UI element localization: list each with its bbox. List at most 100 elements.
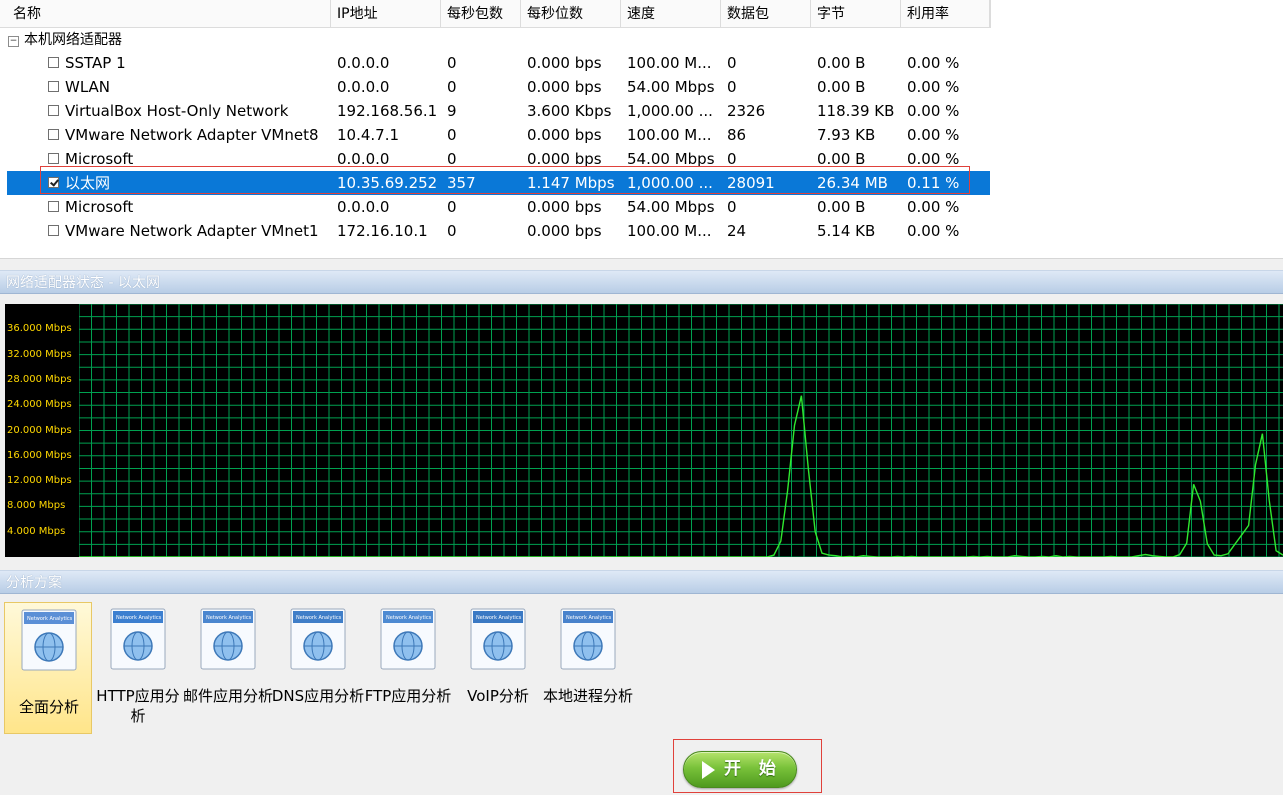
column-header-ip[interactable]: IP地址 [331, 0, 441, 27]
adapter-list-panel: 名称 IP地址 每秒包数 每秒位数 速度 数据包 字节 利用率 − 本机网络适配器… [0, 0, 1283, 259]
svg-text:Network Analytics: Network Analytics [27, 616, 73, 622]
y-tick-label: 20.000 Mbps [7, 424, 72, 436]
column-header-packets[interactable]: 数据包 [721, 0, 811, 27]
ip-address: 0.0.0.0 [337, 78, 390, 96]
traffic-graph: 36.000 Mbps 32.000 Mbps 28.000 Mbps 24.000 … [5, 304, 1283, 557]
link-speed: 1,000.00 ... [627, 174, 713, 192]
packet-count: 0 [727, 78, 737, 96]
utilization: 0.00 % [907, 126, 960, 144]
packet-count: 28091 [727, 174, 775, 192]
byte-count: 7.93 KB [817, 126, 876, 144]
adapter-row[interactable]: VMware Network Adapter VMnet1 172.16.10.1… [7, 219, 990, 243]
link-speed: 54.00 Mbps [627, 78, 715, 96]
adapter-name: VirtualBox Host-Only Network [65, 102, 289, 120]
analysis-tool-3[interactable]: Network Analytics 邮件应用分析 [183, 602, 273, 734]
adapter-name: Microsoft [65, 150, 134, 168]
graph-grid [79, 304, 1283, 557]
start-button[interactable]: 开 始 [683, 751, 797, 788]
adapter-row[interactable]: WLAN 0.0.0.0 0 0.000 bps 54.00 Mbps 0 0.00 B 0.… [7, 75, 990, 99]
link-speed: 100.00 M... [627, 126, 712, 144]
packets-per-second: 9 [447, 102, 457, 120]
byte-count: 0.00 B [817, 54, 866, 72]
adapter-name: SSTAP 1 [65, 54, 126, 72]
adapter-checkbox[interactable] [48, 201, 59, 212]
adapter-checkbox[interactable] [48, 225, 59, 236]
y-tick-label: 28.000 Mbps [7, 373, 72, 385]
analysis-tool-2[interactable]: Network Analytics HTTP应用分析 [94, 602, 182, 734]
ie-globe-icon: Network Analytics [110, 608, 166, 670]
column-header-utilization[interactable]: 利用率 [901, 0, 990, 27]
adapter-row[interactable]: VMware Network Adapter VMnet8 10.4.7.1 0 0.… [7, 123, 990, 147]
analysis-tool-label: 全面分析 [18, 698, 79, 716]
adapter-group-node[interactable]: − 本机网络适配器 [8, 30, 122, 50]
packet-count: 24 [727, 222, 747, 240]
column-header-name[interactable]: 名称 [7, 0, 331, 27]
adapter-row[interactable]: 以太网 10.35.69.252 357 1.147 Mbps 1,000.00 ...… [7, 171, 990, 195]
adapter-checkbox[interactable] [48, 57, 59, 68]
adapter-row[interactable]: VirtualBox Host-Only Network 192.168.56.1… [7, 99, 990, 123]
bits-per-second: 0.000 bps [527, 150, 602, 168]
packets-per-second: 0 [447, 222, 457, 240]
packets-per-second: 0 [447, 54, 457, 72]
bits-per-second: 0.000 bps [527, 78, 602, 96]
bits-per-second: 1.147 Mbps [527, 174, 615, 192]
ip-address: 0.0.0.0 [337, 198, 390, 216]
ip-address: 10.4.7.1 [337, 126, 400, 144]
adapter-name: Microsoft [65, 198, 134, 216]
utilization: 0.00 % [907, 54, 960, 72]
byte-count: 0.00 B [817, 198, 866, 216]
packets-per-second: 0 [447, 78, 457, 96]
column-header-bytes[interactable]: 字节 [811, 0, 901, 27]
collapse-icon[interactable]: − [8, 36, 19, 47]
column-header-bps[interactable]: 每秒位数 [521, 0, 621, 27]
adapter-checkbox[interactable] [48, 81, 59, 92]
adapter-name: VMware Network Adapter VMnet8 [65, 126, 319, 144]
ip-address: 192.168.56.1 [337, 102, 438, 120]
packet-count: 0 [727, 54, 737, 72]
svg-text:Network Analytics: Network Analytics [476, 615, 522, 621]
packets-per-second: 0 [447, 150, 457, 168]
y-tick-label: 32.000 Mbps [7, 348, 72, 360]
ip-address: 0.0.0.0 [337, 150, 390, 168]
bits-per-second: 3.600 Kbps [527, 102, 612, 120]
adapter-checkbox[interactable] [48, 153, 59, 164]
analysis-tool-label: 邮件应用分析 [182, 687, 273, 705]
bits-per-second: 0.000 bps [527, 126, 602, 144]
analysis-tool-label: DNS应用分析 [271, 687, 365, 705]
analysis-tool-label: HTTP应用分析 [96, 687, 180, 725]
status-section-header: 网络适配器状态 - 以太网 [0, 270, 1283, 294]
analysis-tool-5[interactable]: Network Analytics FTP应用分析 [364, 602, 452, 734]
column-header-pps[interactable]: 每秒包数 [441, 0, 521, 27]
utilization: 0.00 % [907, 78, 960, 96]
packets-per-second: 0 [447, 198, 457, 216]
ip-address: 10.35.69.252 [337, 174, 438, 192]
bits-per-second: 0.000 bps [527, 222, 602, 240]
adapter-checkbox[interactable] [48, 177, 59, 188]
analysis-tool-1[interactable]: Network Analytics 全面分析 [4, 602, 92, 734]
adapter-row[interactable]: SSTAP 1 0.0.0.0 0 0.000 bps 100.00 M... 0 0.00… [7, 51, 990, 75]
byte-count: 5.14 KB [817, 222, 876, 240]
analysis-tool-label: FTP应用分析 [364, 687, 452, 705]
analysis-tool-label: 本地进程分析 [542, 687, 633, 705]
utilization: 0.00 % [907, 222, 960, 240]
bits-per-second: 0.000 bps [527, 54, 602, 72]
adapter-row[interactable]: Microsoft 0.0.0.0 0 0.000 bps 54.00 Mbps 0 0.0… [7, 195, 990, 219]
analysis-tool-4[interactable]: Network Analytics DNS应用分析 [272, 602, 364, 734]
adapter-checkbox[interactable] [48, 105, 59, 116]
analysis-section-header: 分析方案 [0, 570, 1283, 594]
packet-count: 86 [727, 126, 747, 144]
adapter-checkbox[interactable] [48, 129, 59, 140]
magnifier-analysis-icon: Network Analytics [21, 609, 77, 671]
bits-per-second: 0.000 bps [527, 198, 602, 216]
adapter-row[interactable]: Microsoft 0.0.0.0 0 0.000 bps 54.00 Mbps 0 0.0… [7, 147, 990, 171]
analysis-tool-7[interactable]: Network Analytics 本地进程分析 [543, 602, 633, 734]
column-header-speed[interactable]: 速度 [621, 0, 721, 27]
adapter-name: VMware Network Adapter VMnet1 [65, 222, 319, 240]
link-speed: 1,000.00 ... [627, 102, 713, 120]
svg-text:Network Analytics: Network Analytics [296, 615, 342, 621]
ip-address: 172.16.10.1 [337, 222, 428, 240]
svg-text:Network Analytics: Network Analytics [386, 615, 432, 621]
svg-text:Network Analytics: Network Analytics [116, 615, 162, 621]
utilization: 0.00 % [907, 102, 960, 120]
analysis-tool-6[interactable]: Network Analytics VoIP分析 [454, 602, 542, 734]
